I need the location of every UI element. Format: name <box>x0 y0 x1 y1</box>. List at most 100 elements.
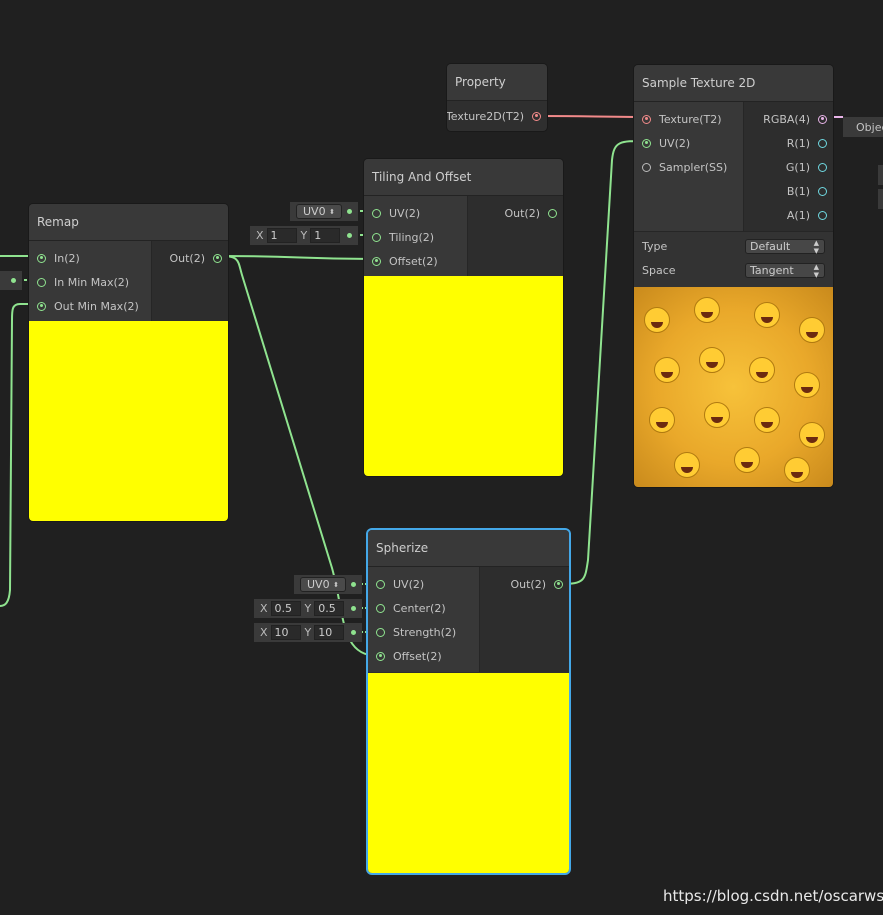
remap-node[interactable]: Remap In(2) In Min Max(2) Out Min Max(2)… <box>28 203 229 522</box>
port-dot-icon[interactable] <box>642 162 651 172</box>
y-label: Y <box>304 602 312 615</box>
port-dot-icon[interactable] <box>532 111 541 121</box>
space-value: Tangent <box>750 264 794 277</box>
port-label: B(1) <box>786 184 810 198</box>
port-uv[interactable]: UV(2) <box>364 201 467 225</box>
port-dot-icon[interactable] <box>213 253 222 263</box>
port-in-min-max[interactable]: In Min Max(2) <box>29 270 151 294</box>
port-label: A(1) <box>786 208 810 222</box>
spherize-center-field[interactable]: X 0.5 Y 0.5 <box>254 599 362 618</box>
port-label: Offset(2) <box>389 254 438 268</box>
port-label: Center(2) <box>393 601 446 615</box>
port-label: Out(2) <box>510 577 546 591</box>
strength-y-input[interactable]: 10 <box>314 625 345 640</box>
port-dot-icon[interactable] <box>376 579 385 589</box>
tiling-x-input[interactable]: 1 <box>266 228 297 243</box>
port-dot-icon[interactable] <box>37 253 46 263</box>
port-dot-icon[interactable] <box>818 186 827 196</box>
port-dot-icon[interactable] <box>376 603 385 613</box>
wire-remap-to-spherize-offset[interactable] <box>221 255 379 657</box>
port-dot-icon[interactable] <box>372 208 381 218</box>
node-title: Remap <box>29 204 228 241</box>
port-in[interactable]: In(2) <box>29 246 151 270</box>
port-dot-icon[interactable] <box>376 627 385 637</box>
port-label: Sampler(SS) <box>659 160 728 174</box>
port-output-texture[interactable]: Texture2D(T2) <box>447 101 547 131</box>
port-label: In(2) <box>54 251 80 265</box>
port-dot-icon[interactable] <box>372 256 381 266</box>
uv-channel-dropdown[interactable]: UV0 ⬍ <box>300 577 346 592</box>
tiling-y-input[interactable]: 1 <box>310 228 341 243</box>
wire-remap-to-tiling-offset[interactable] <box>221 255 375 260</box>
property-node[interactable]: Property Texture2D(T2) <box>446 63 548 132</box>
port-label: UV(2) <box>659 136 691 150</box>
node-preview <box>368 673 569 873</box>
y-label: Y <box>300 229 308 242</box>
port-label: In Min Max(2) <box>54 275 130 289</box>
port-dot-icon[interactable] <box>37 301 46 311</box>
watermark: https://blog.csdn.net/oscarwsd <box>663 887 883 905</box>
spherize-node[interactable]: Spherize UV(2) Center(2) Strength(2) Off… <box>367 529 570 874</box>
tiling-and-offset-node[interactable]: Tiling And Offset UV(2) Tiling(2) Offset… <box>363 158 564 477</box>
port-label: UV(2) <box>393 577 425 591</box>
port-a[interactable]: A(1) <box>744 203 833 227</box>
port-label: Texture(T2) <box>659 112 722 126</box>
port-label: Tiling(2) <box>389 230 435 244</box>
uv-value: UV0 <box>307 578 330 591</box>
uv-channel-dropdown[interactable]: UV0 ⬍ <box>296 204 342 219</box>
port-out-min-max[interactable]: Out Min Max(2) <box>29 294 151 318</box>
port-dot-icon[interactable] <box>37 277 46 287</box>
center-x-input[interactable]: 0.5 <box>270 601 301 616</box>
port-dot-icon[interactable] <box>818 114 827 124</box>
port-strength[interactable]: Strength(2) <box>368 620 479 644</box>
port-uv[interactable]: UV(2) <box>634 131 743 155</box>
port-center[interactable]: Center(2) <box>368 596 479 620</box>
port-dot-icon[interactable] <box>548 208 557 218</box>
type-dropdown[interactable]: Default ▲ ▼ <box>745 239 825 255</box>
sample-texture-2d-node[interactable]: Sample Texture 2D Texture(T2) UV(2) Samp… <box>633 64 834 488</box>
port-sampler[interactable]: Sampler(SS) <box>634 155 743 179</box>
port-offset[interactable]: Offset(2) <box>368 644 479 668</box>
port-out[interactable]: Out(2) <box>480 572 569 596</box>
port-label: Out(2) <box>169 251 205 265</box>
port-out[interactable]: Out(2) <box>468 201 563 225</box>
port-label: R(1) <box>786 136 810 150</box>
port-offset[interactable]: Offset(2) <box>364 249 467 273</box>
port-dot-icon[interactable] <box>818 162 827 172</box>
port-label: UV(2) <box>389 206 421 220</box>
spherize-uv-field[interactable]: UV0 ⬍ <box>294 575 362 594</box>
center-y-input[interactable]: 0.5 <box>314 601 345 616</box>
port-r[interactable]: R(1) <box>744 131 833 155</box>
partial-field[interactable] <box>878 165 883 185</box>
port-uv[interactable]: UV(2) <box>368 572 479 596</box>
port-rgba[interactable]: RGBA(4) <box>744 107 833 131</box>
node-preview <box>29 321 228 521</box>
port-dot-icon[interactable] <box>818 210 827 220</box>
port-dot-icon[interactable] <box>554 579 563 589</box>
spherize-strength-field[interactable]: X 10 Y 10 <box>254 623 362 642</box>
strength-x-input[interactable]: 10 <box>270 625 301 640</box>
remap-inminmax-field[interactable] <box>0 271 22 290</box>
partial-node-label: Objec <box>856 121 883 134</box>
tiling-vector-field[interactable]: X1Y1 <box>250 226 358 245</box>
port-g[interactable]: G(1) <box>744 155 833 179</box>
node-title: Spherize <box>368 530 569 567</box>
space-dropdown[interactable]: Tangent ▲ ▼ <box>745 262 825 279</box>
port-b[interactable]: B(1) <box>744 179 833 203</box>
node-title: Property <box>447 64 547 101</box>
port-out[interactable]: Out(2) <box>152 246 228 270</box>
partial-field[interactable] <box>878 189 883 209</box>
port-dot-icon[interactable] <box>376 651 385 661</box>
wire-property-to-texture[interactable] <box>539 115 646 118</box>
port-dot-icon[interactable] <box>372 232 381 242</box>
partial-node[interactable]: Objec <box>843 117 883 137</box>
port-dot-icon[interactable] <box>642 114 651 124</box>
port-dot-icon[interactable] <box>642 138 651 148</box>
tiling-uv-field[interactable]: UV0 ⬍ <box>290 202 358 221</box>
x-label: X <box>260 602 268 615</box>
x-label: X <box>256 229 264 242</box>
updown-arrow-icon: ▲ ▼ <box>813 262 819 279</box>
port-texture[interactable]: Texture(T2) <box>634 107 743 131</box>
port-dot-icon[interactable] <box>818 138 827 148</box>
port-tiling[interactable]: Tiling(2) <box>364 225 467 249</box>
